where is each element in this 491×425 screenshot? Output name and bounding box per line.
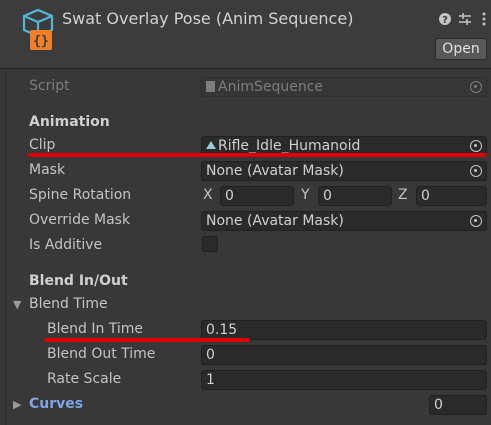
script-label: Script	[29, 78, 70, 94]
curves-label[interactable]: Curves	[29, 396, 83, 412]
red-annotation-underline	[28, 153, 487, 157]
script-field-value: AnimSequence	[218, 79, 324, 95]
spine-z-field[interactable]: 0	[416, 186, 487, 206]
animation-section-header: Animation	[29, 114, 110, 130]
open-button[interactable]: Open	[435, 38, 487, 60]
script-asset-icon: {}	[14, 8, 54, 52]
blend-in-time-field[interactable]: 0.15	[201, 320, 487, 340]
blend-time-label[interactable]: Blend Time	[29, 296, 108, 312]
spine-z-label: Z	[398, 187, 408, 203]
svg-text:{}: {}	[33, 34, 49, 49]
override-mask-field-value: None (Avatar Mask)	[206, 213, 344, 229]
panel-edge	[5, 68, 6, 425]
object-picker-icon[interactable]	[470, 165, 482, 177]
object-picker-icon	[470, 81, 482, 93]
spine-x-field[interactable]: 0	[220, 186, 294, 206]
asset-title: Swat Overlay Pose (Anim Sequence)	[62, 9, 354, 28]
mask-label: Mask	[29, 162, 66, 178]
override-mask-field[interactable]: None (Avatar Mask)	[201, 211, 487, 231]
is-additive-label: Is Additive	[29, 237, 103, 253]
clip-label: Clip	[29, 137, 56, 153]
clip-field-value: Rifle_Idle_Humanoid	[218, 138, 361, 154]
spine-x-label: X	[203, 187, 213, 203]
script-file-icon	[206, 81, 215, 92]
blend-in-time-label: Blend In Time	[47, 321, 144, 337]
foldout-collapsed-icon[interactable]: ▶	[13, 398, 21, 411]
object-picker-icon[interactable]	[470, 215, 482, 227]
blend-out-time-label: Blend Out Time	[47, 346, 156, 362]
blend-out-time-field[interactable]: 0	[201, 345, 487, 365]
object-picker-icon[interactable]	[470, 140, 482, 152]
foldout-expanded-icon[interactable]: ▼	[13, 298, 21, 311]
rate-scale-field[interactable]: 1	[201, 370, 487, 390]
spine-rotation-label: Spine Rotation	[29, 187, 132, 203]
animation-clip-icon	[206, 141, 216, 149]
script-field: AnimSequence	[201, 77, 487, 97]
spine-y-label: Y	[301, 187, 310, 203]
rate-scale-label: Rate Scale	[47, 371, 122, 387]
override-mask-label: Override Mask	[29, 212, 131, 228]
red-annotation-underline	[44, 338, 250, 342]
is-additive-checkbox[interactable]	[202, 236, 218, 252]
blend-section-header: Blend In/Out	[29, 273, 128, 289]
curves-count-field[interactable]: 0	[429, 395, 487, 415]
settings-sliders-icon[interactable]	[457, 12, 473, 28]
spine-y-field[interactable]: 0	[318, 186, 392, 206]
mask-field[interactable]: None (Avatar Mask)	[201, 161, 487, 181]
mask-field-value: None (Avatar Mask)	[206, 163, 344, 179]
more-menu-icon[interactable]	[476, 12, 491, 28]
help-icon[interactable]: ?	[437, 12, 453, 28]
svg-text:?: ?	[442, 15, 448, 26]
